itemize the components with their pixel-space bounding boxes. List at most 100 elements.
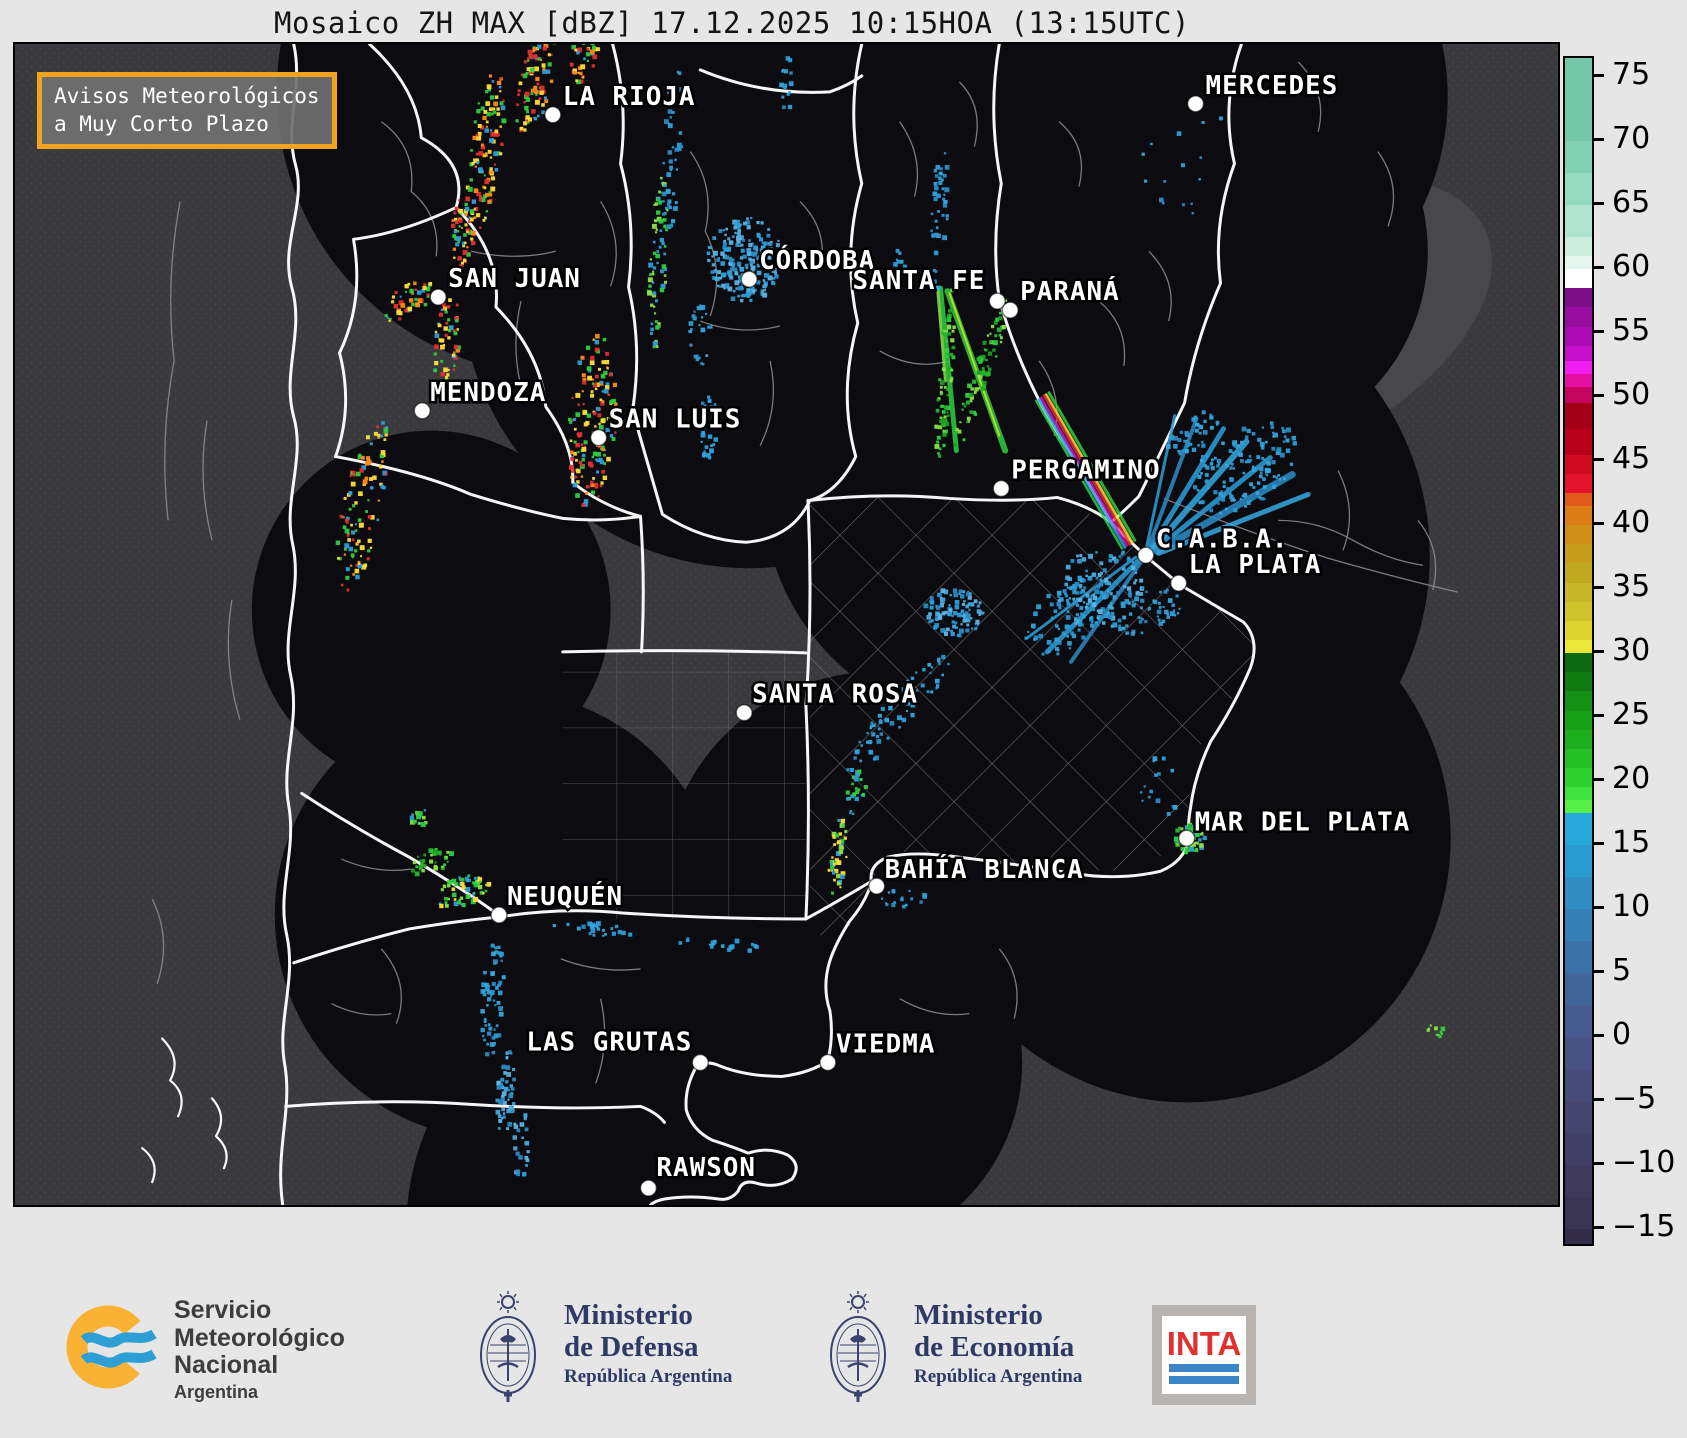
- argentina-coat-of-arms-icon: [830, 1291, 886, 1402]
- city-dot: [589, 428, 608, 447]
- colorbar-tick: [1594, 1225, 1604, 1229]
- city-dot: [639, 1179, 658, 1197]
- colorbar-segment: [1565, 345, 1592, 362]
- colorbar-segment: [1565, 813, 1592, 845]
- colorbar-segment: [1565, 525, 1592, 545]
- colorbar-tick: [1594, 1097, 1604, 1101]
- argentina-coat-of-arms-icon: [480, 1291, 536, 1402]
- colorbar-tick-label: 70: [1612, 120, 1651, 156]
- colorbar-tick-label: 60: [1612, 248, 1651, 284]
- inta-wordmark: INTA: [1166, 1324, 1242, 1362]
- colorbar-segment: [1565, 621, 1592, 641]
- colorbar-segment: [1565, 710, 1592, 730]
- colorbar-segment: [1565, 877, 1592, 909]
- city-label: MERCEDES: [1206, 71, 1339, 101]
- city-label: NEUQUÉN: [507, 880, 623, 912]
- inta-logo-block: INTA: [1152, 1305, 1256, 1405]
- city-label: MENDOZA: [430, 378, 546, 408]
- colorbar-segment: [1565, 909, 1592, 941]
- city-dot: [819, 1053, 837, 1072]
- colorbar-segment: [1565, 845, 1592, 877]
- colorbar-segment: [1565, 429, 1592, 455]
- economia-sub: República Argentina: [914, 1365, 1083, 1387]
- colorbar-tick: [1594, 841, 1604, 845]
- inta-bar-1: [1169, 1363, 1239, 1372]
- colorbar-segment: [1565, 205, 1592, 237]
- economia-line2: de Economía: [914, 1331, 1075, 1364]
- colorbar-tick-label: 65: [1612, 184, 1651, 220]
- colorbar-tick-label: −5: [1612, 1080, 1657, 1116]
- colorbar-tick-label: 40: [1612, 504, 1651, 540]
- colorbar-tick: [1594, 969, 1604, 973]
- smn-logo-block: Servicio Meteorológico Nacional Argentin…: [64, 1291, 345, 1403]
- city-dot: [1186, 95, 1205, 113]
- colorbar-tick-label: 5: [1612, 952, 1632, 988]
- colorbar-segment: [1565, 749, 1592, 769]
- dbz-colorbar: [1563, 56, 1594, 1246]
- colorbar-tick: [1594, 905, 1604, 909]
- colorbar-segment: [1565, 544, 1592, 564]
- city-dot: [691, 1053, 710, 1072]
- colorbar-tick: [1594, 265, 1604, 269]
- colorbar-tick: [1594, 457, 1604, 461]
- colorbar-segment: [1565, 473, 1592, 493]
- inta-logo-frame: INTA: [1152, 1305, 1256, 1405]
- colorbar-segment: [1565, 691, 1592, 711]
- colorbar-segment: [1565, 403, 1592, 429]
- colorbar-segment: [1565, 1037, 1592, 1069]
- colorbar-segment: [1565, 141, 1592, 173]
- colorbar-tick-label: 10: [1612, 888, 1651, 924]
- colorbar-tick: [1594, 649, 1604, 653]
- colorbar-segment: [1565, 787, 1592, 801]
- city-dot: [735, 703, 753, 722]
- colorbar-segment: [1565, 973, 1592, 1005]
- colorbar-tick: [1594, 73, 1604, 77]
- warning-box-line2: a Muy Corto Plazo: [54, 112, 269, 137]
- city-dot: [413, 402, 431, 420]
- smn-line3: Nacional: [174, 1351, 279, 1379]
- city-dot: [429, 288, 447, 306]
- colorbar-tick: [1594, 137, 1604, 141]
- colorbar-tick-label: 0: [1612, 1016, 1632, 1052]
- colorbar-segment: [1565, 1197, 1592, 1229]
- defensa-logo-block: Ministerio de Defensa República Argentin…: [468, 1289, 732, 1411]
- city-label: SAN LUIS: [609, 405, 742, 435]
- city-label: PERGAMINO: [1011, 456, 1160, 486]
- colorbar-tick-label: 45: [1612, 440, 1651, 476]
- colorbar-segment: [1565, 58, 1592, 141]
- colorbar-tick-label: 15: [1612, 824, 1651, 860]
- city-label: MAR DEL PLATA: [1195, 807, 1411, 837]
- colorbar-tick-label: 35: [1612, 568, 1651, 604]
- colorbar-tick: [1594, 777, 1604, 781]
- city-dot: [544, 106, 562, 124]
- colorbar-segment: [1565, 386, 1592, 404]
- defensa-line2: de Defensa: [564, 1331, 699, 1364]
- warning-box-line1: Avisos Meteorológicos: [54, 84, 320, 108]
- colorbar-segment: [1565, 653, 1592, 673]
- city-dot: [867, 877, 886, 895]
- smn-logo-icon: [66, 1305, 157, 1389]
- colorbar-segment: [1565, 800, 1592, 813]
- colorbar-tick-label: −10: [1612, 1144, 1676, 1180]
- economia-line1: Ministerio: [914, 1299, 1043, 1331]
- city-dot: [1169, 574, 1188, 592]
- city-label: SAN JUAN: [448, 264, 581, 294]
- warning-box: Avisos Meteorológicos a Muy Corto Plazo: [37, 72, 337, 149]
- colorbar-segment: [1565, 1005, 1592, 1037]
- colorbar-tick-label: 55: [1612, 312, 1651, 348]
- colorbar-tick-label: 50: [1612, 376, 1651, 412]
- colorbar-segment: [1565, 256, 1592, 269]
- inta-logo-inner: INTA: [1162, 1316, 1246, 1394]
- colorbar-tick: [1594, 521, 1604, 525]
- smn-line2: Meteorológico: [174, 1323, 345, 1352]
- colorbar-segment: [1565, 582, 1592, 602]
- colorbar-tick-label: 20: [1612, 760, 1651, 796]
- colorbar-segment: [1565, 601, 1592, 621]
- colorbar-tick-label: 30: [1612, 632, 1651, 668]
- colorbar-tick: [1594, 1033, 1604, 1037]
- colorbar-segment: [1565, 729, 1592, 749]
- city-label: VIEDMA: [836, 1030, 936, 1060]
- colorbar-tick: [1594, 713, 1604, 717]
- colorbar-segment: [1565, 493, 1592, 506]
- colorbar-segment: [1565, 505, 1592, 525]
